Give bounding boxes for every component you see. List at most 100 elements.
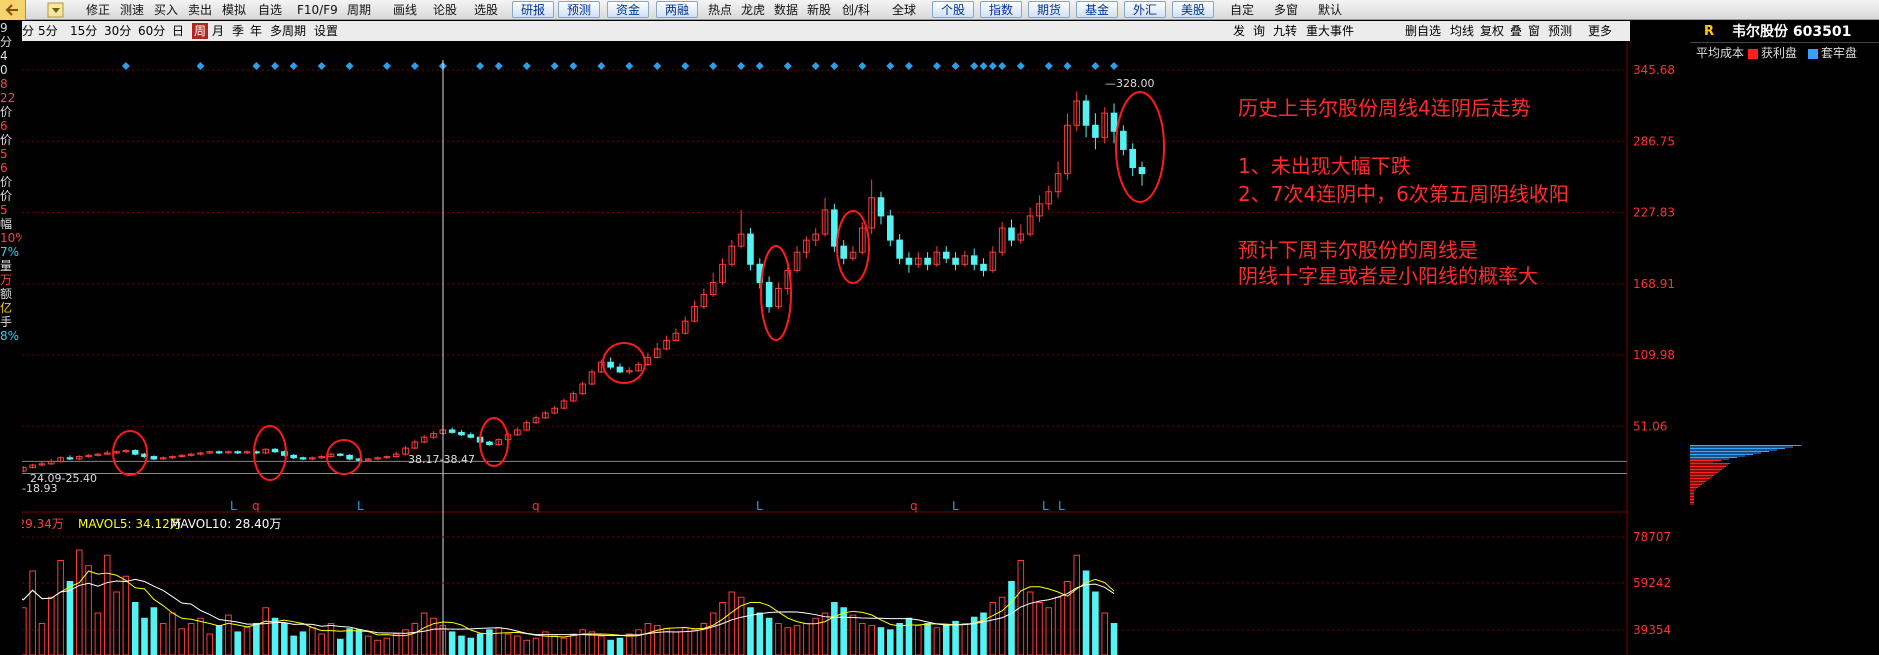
candle-body [290,454,297,459]
volume-bar [150,607,158,655]
candle-body [970,255,978,265]
candle-body [234,451,242,454]
chip-bar [1690,463,1730,464]
price-axis-label: 109.98 [1633,348,1675,362]
candle-body [299,457,307,460]
volume-bar [1110,623,1118,655]
volume-bar [924,623,931,655]
volume-bar [1008,581,1015,655]
candle-body [458,431,465,436]
chip-bar [1690,458,1729,460]
volume-bar [299,631,307,655]
chart-background [0,41,1627,655]
side-panel-value-15: 10% [0,231,22,245]
volume-bar [831,602,838,655]
chip-bar [1690,482,1704,484]
volume-bar [896,623,903,655]
volume-bar [887,629,894,655]
volume-bar [253,623,260,655]
side-panel-value-4: 8 [0,77,8,91]
chip-bar [1690,469,1722,470]
volume-bar [290,635,297,655]
chip-bar [1690,484,1702,485]
chip-bar [1690,457,1737,458]
side-panel-value-21: 手 [0,315,13,329]
side-panel-value-19: 额 [0,287,13,301]
candle-body [66,457,74,460]
chip-bar [1690,464,1728,466]
chip-bar [1690,455,1745,457]
candle-body [1082,100,1090,126]
volume-axis-label: 39354 [1633,623,1671,637]
volume-bar [336,638,344,655]
chip-bar [1690,494,1694,496]
side-panel-value-1: 分 [0,35,13,49]
volume-bar [1092,591,1099,655]
stock-chart: 345.68 286.75 227.83 168.91 109.98 51.06 —328.… [0,41,1675,655]
chip-bar [1690,500,1694,502]
chip-bar [1690,461,1713,463]
annotation-line3: 预计下周韦尔股份的周线是 [1238,238,1478,262]
chip-bar [1690,449,1777,451]
price-axis-label: 345.68 [1633,63,1675,77]
side-panel-value-6: 价 [0,105,13,119]
event-marker: q [532,499,540,513]
volume-bar [271,617,279,655]
mavol10-label: MAVOL10: 28.40万 [170,517,281,531]
volume-bar [234,631,242,655]
annotation-line4: 阴线十字星或者是小阳线的概率大 [1238,264,1538,288]
side-panel-value-7: 6 [0,119,8,133]
candle-body [607,361,614,368]
chip-bar [1690,473,1716,475]
chip-bar [1690,481,1706,482]
quote-side-panel: 9分40822价6价56价价5幅10%7%量万额亿手8% [0,21,22,655]
volume-bar [448,631,456,655]
candle-body [924,257,931,265]
candle-body [887,215,894,241]
candle-body [150,456,158,460]
chip-bar [1690,478,1710,479]
side-panel-value-13: 5 [0,203,8,217]
price-axis-label: 227.83 [1633,206,1675,220]
chip-bar [1690,454,1753,455]
chip-bar [1690,493,1694,494]
chip-bar [1690,467,1724,469]
event-marker: L [952,499,959,513]
chip-bars [1690,445,1801,505]
candle-body [616,366,624,373]
chip-bar [1690,502,1694,503]
event-marker: q [910,499,918,513]
chip-bar [1690,475,1714,476]
chip-bar [1690,499,1694,500]
event-marker: L [756,499,763,513]
chip-bar [1690,488,1696,490]
side-panel-value-12: 价 [0,189,13,203]
candle-body [980,263,987,271]
chip-bar [1690,479,1708,481]
candle-body [896,239,903,259]
high-label: —328.00 [1105,77,1155,90]
candle-body [346,454,353,460]
volume-bar [840,607,847,655]
chip-bar [1690,490,1694,491]
candle-body [486,441,493,445]
volume-bar [942,625,950,655]
side-panel-value-10: 6 [0,161,8,175]
chip-bar [1690,485,1700,487]
side-panel-value-16: 7% [0,245,20,259]
candle-body [271,448,279,453]
volume-bar [355,629,363,655]
candle-body [131,450,139,455]
volume-bar [756,612,764,655]
chip-bar [1690,476,1712,478]
volume-bar [952,620,959,655]
candle-body [1008,227,1015,241]
range-label-1: 38.17-38.47 [408,453,475,466]
side-panel-value-2: 4 [0,49,8,63]
volume-bar [877,627,885,655]
side-panel-value-8: 价 [0,133,13,147]
side-panel-value-3: 0 [0,63,8,77]
chip-bar [1690,472,1718,473]
volume-bar [215,625,223,655]
chip-bar [1690,445,1801,446]
